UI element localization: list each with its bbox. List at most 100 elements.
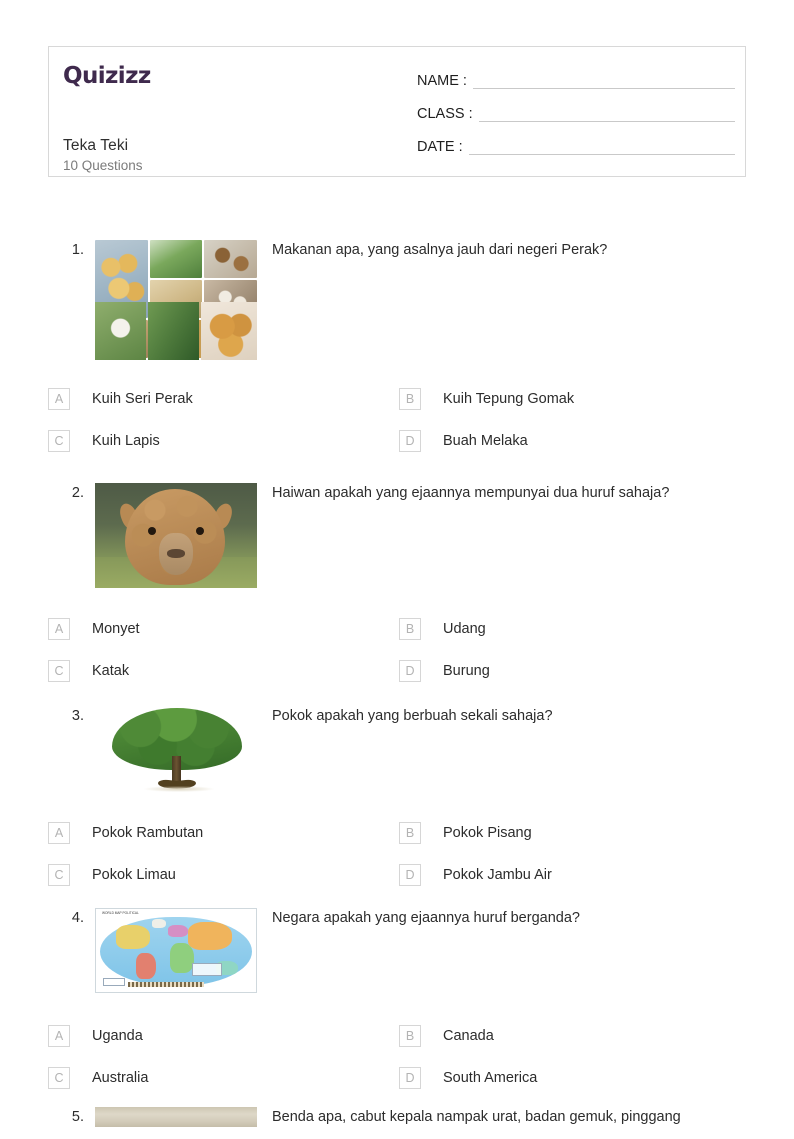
stone-texture-illustration xyxy=(95,1107,257,1127)
question-text: Haiwan apakah yang ejaannya mempunyai du… xyxy=(272,485,670,501)
option-d[interactable]: D Burung xyxy=(399,650,759,692)
alpaca-nose xyxy=(167,549,185,558)
option-label: Burung xyxy=(443,663,490,679)
date-input-line[interactable] xyxy=(468,154,735,155)
date-field-row: DATE : xyxy=(417,125,735,158)
option-d[interactable]: D Buah Melaka xyxy=(399,420,759,462)
question-header: 2. Haiwan apakah yang ejaannya mempunyai… xyxy=(0,471,794,608)
alpaca-eye-right xyxy=(196,527,204,535)
option-label: Pokok Limau xyxy=(92,867,176,883)
class-input-line[interactable] xyxy=(478,121,735,122)
option-b[interactable]: B Kuih Tepung Gomak xyxy=(399,378,759,420)
map-landmass-north-america xyxy=(116,925,150,949)
option-c[interactable]: C Kuih Lapis xyxy=(48,420,393,462)
option-letter-badge: C xyxy=(48,430,70,452)
question-header: 3. Pokok apakah yang berbuah sekali saha… xyxy=(0,694,794,812)
options-row: A Pokok Rambutan B Pokok Pisang xyxy=(0,812,794,854)
question-header: 5. Benda apa, cabut kepala nampak urat, … xyxy=(0,1099,794,1139)
option-letter-badge: A xyxy=(48,618,70,640)
page-title: Teka Teki xyxy=(63,137,129,154)
name-field-label: NAME : xyxy=(417,73,467,89)
option-label: Australia xyxy=(92,1070,149,1086)
date-field-label: DATE : xyxy=(417,139,463,155)
map-scale-box xyxy=(103,978,125,986)
tree-ground-shadow xyxy=(144,786,214,792)
options-row: C Katak D Burung xyxy=(0,650,794,692)
options-row: A Monyet B Udang xyxy=(0,608,794,650)
question-item: 2. Haiwan apakah yang ejaannya mempunyai… xyxy=(0,471,794,694)
question-item: 3. Pokok apakah yang berbuah sekali saha… xyxy=(0,694,794,896)
student-info-fields: NAME : CLASS : DATE : xyxy=(417,59,735,158)
option-c[interactable]: C Australia xyxy=(48,1057,393,1099)
option-letter-badge: A xyxy=(48,388,70,410)
class-field-row: CLASS : xyxy=(417,92,735,125)
map-landmass-asia xyxy=(188,922,232,950)
options-group: A Pokok Rambutan B Pokok Pisang C Pokok … xyxy=(0,812,794,896)
question-item: 5. Benda apa, cabut kepala nampak urat, … xyxy=(0,1099,794,1139)
option-label: Udang xyxy=(443,621,486,637)
option-label: Kuih Tepung Gomak xyxy=(443,391,575,407)
option-label: Monyet xyxy=(92,621,140,637)
alpaca-illustration xyxy=(95,483,257,588)
option-letter-badge: D xyxy=(399,1067,421,1089)
collage-tile xyxy=(149,240,203,278)
option-b[interactable]: B Canada xyxy=(399,1015,759,1057)
option-letter-badge: A xyxy=(48,1025,70,1047)
question-number: 4. xyxy=(71,910,84,926)
option-b[interactable]: B Pokok Pisang xyxy=(399,812,759,854)
question-number: 3. xyxy=(71,708,84,724)
options-group: A Monyet B Udang C Katak D Burung xyxy=(0,608,794,692)
kuih-collage-image xyxy=(95,240,257,360)
options-group: A Kuih Seri Perak B Kuih Tepung Gomak C … xyxy=(0,378,794,462)
name-input-line[interactable] xyxy=(472,88,735,89)
option-letter-badge: B xyxy=(399,388,421,410)
option-letter-badge: D xyxy=(399,864,421,886)
option-label: Katak xyxy=(92,663,130,679)
option-a[interactable]: A Monyet xyxy=(48,608,393,650)
question-text: Negara apakah yang ejaannya huruf bergan… xyxy=(272,910,580,926)
option-c[interactable]: C Pokok Limau xyxy=(48,854,393,896)
options-row: C Pokok Limau D Pokok Jambu Air xyxy=(0,854,794,896)
option-c[interactable]: C Katak xyxy=(48,650,393,692)
option-label: Uganda xyxy=(92,1028,143,1044)
option-label: Buah Melaka xyxy=(443,433,528,449)
question-header: 1. Makanan apa, yang asalnya jauh dari n… xyxy=(0,228,794,378)
option-letter-badge: D xyxy=(399,660,421,682)
option-letter-badge: B xyxy=(399,1025,421,1047)
stone-texture-image xyxy=(95,1107,257,1127)
worksheet-header: Quizizz Teka Teki 10 Questions NAME : CL… xyxy=(48,46,746,177)
question-number: 2. xyxy=(71,485,84,501)
header-left-panel: Quizizz Teka Teki 10 Questions xyxy=(63,57,403,174)
quizizz-logo: Quizizz xyxy=(63,63,151,89)
options-row: A Kuih Seri Perak B Kuih Tepung Gomak xyxy=(0,378,794,420)
name-field-row: NAME : xyxy=(417,59,735,92)
option-d[interactable]: D Pokok Jambu Air xyxy=(399,854,759,896)
option-letter-badge: C xyxy=(48,864,70,886)
option-label: Kuih Lapis xyxy=(92,433,160,449)
map-landmass-africa xyxy=(170,943,194,973)
map-landmass-south-america xyxy=(136,953,156,979)
options-row: A Uganda B Canada xyxy=(0,1015,794,1057)
option-a[interactable]: A Kuih Seri Perak xyxy=(48,378,393,420)
questions-list: 1. Makanan apa, yang asalnya jauh dari n… xyxy=(0,228,794,1139)
option-a[interactable]: A Uganda xyxy=(48,1015,393,1057)
question-item: 1. Makanan apa, yang asalnya jauh dari n… xyxy=(0,228,794,471)
option-label: Kuih Seri Perak xyxy=(92,391,193,407)
question-text: Pokok apakah yang berbuah sekali sahaja? xyxy=(272,708,553,724)
option-d[interactable]: D South America xyxy=(399,1057,759,1099)
option-label: Pokok Pisang xyxy=(443,825,532,841)
option-letter-badge: C xyxy=(48,660,70,682)
option-letter-badge: D xyxy=(399,430,421,452)
option-letter-badge: B xyxy=(399,618,421,640)
map-landmass-europe xyxy=(168,925,188,937)
worksheet-page: Quizizz Teka Teki 10 Questions NAME : CL… xyxy=(0,0,794,1127)
question-text: Makanan apa, yang asalnya jauh dari nege… xyxy=(272,242,608,258)
world-political-map-image: WORLD MAP POLITICAL xyxy=(95,908,257,993)
option-a[interactable]: A Pokok Rambutan xyxy=(48,812,393,854)
option-b[interactable]: B Udang xyxy=(399,608,759,650)
option-label: Pokok Jambu Air xyxy=(443,867,552,883)
map-caption: WORLD MAP POLITICAL xyxy=(102,911,139,915)
map-ruler-strip xyxy=(128,982,204,987)
option-letter-badge: A xyxy=(48,822,70,844)
alpaca-image xyxy=(95,483,257,588)
